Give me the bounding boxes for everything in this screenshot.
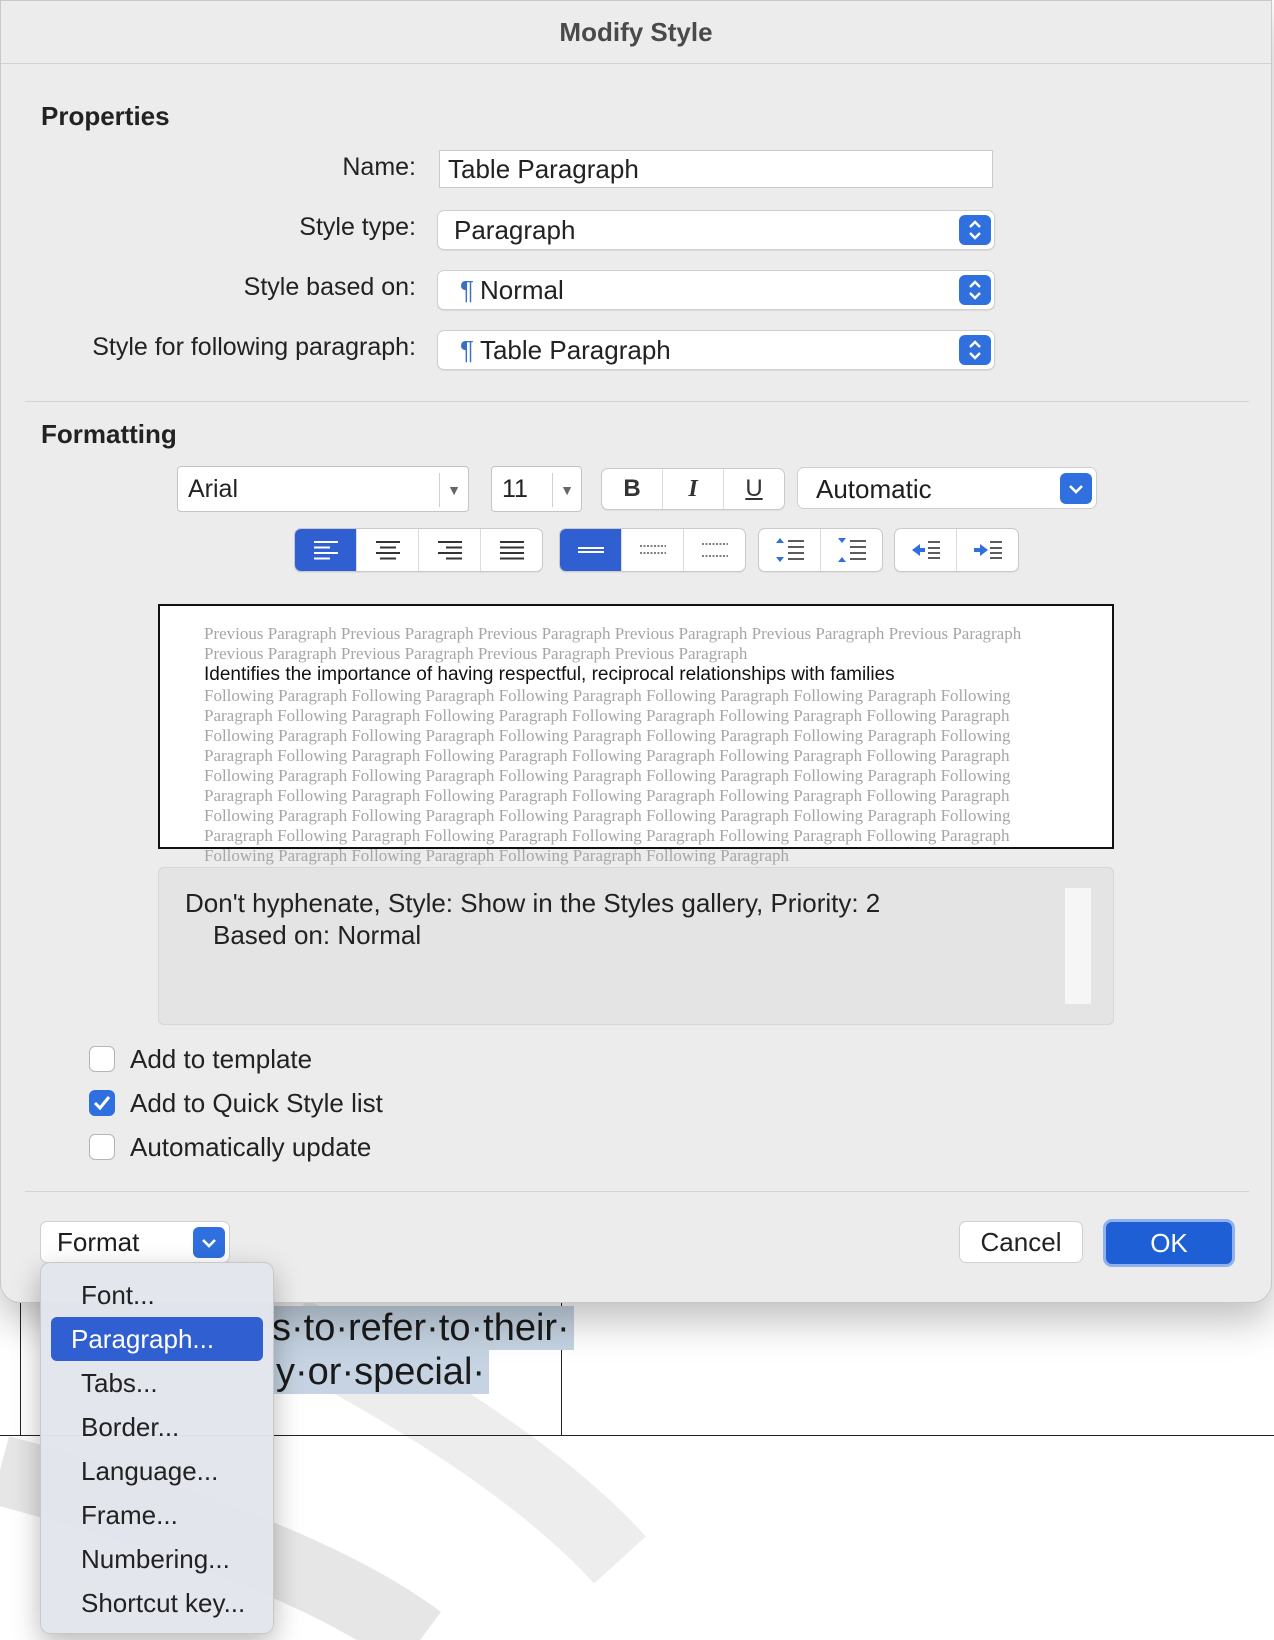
font-size-combo[interactable]: 11 ▼	[491, 466, 582, 512]
italic-button[interactable]: I	[663, 469, 724, 509]
single-spacing-icon	[577, 547, 604, 553]
properties-heading: Properties	[41, 101, 170, 131]
paragraph-mark-icon: ¶	[460, 275, 474, 305]
increase-indent-icon	[973, 541, 1002, 559]
chevron-down-icon	[193, 1227, 225, 1258]
add-to-template-option[interactable]: Add to template	[89, 1043, 312, 1075]
menu-item-border[interactable]: Border...	[51, 1405, 263, 1449]
dropdown-arrow-icon[interactable]: ▼	[552, 473, 581, 507]
dialog-title: Modify Style	[1, 1, 1271, 64]
add-to-template-label: Add to template	[130, 1043, 313, 1074]
add-to-template-checkbox[interactable]	[89, 1046, 115, 1072]
alignment-buttons	[294, 528, 543, 572]
font-color-popup[interactable]: Automatic	[797, 467, 1097, 509]
align-center-button[interactable]	[357, 529, 419, 571]
font-size-value: 11	[502, 475, 528, 503]
quick-style-label: Add to Quick Style list	[130, 1087, 383, 1118]
name-label: Name:	[342, 153, 416, 181]
preview-following-paragraph: Following Paragraph Following Paragraph …	[204, 686, 1011, 865]
auto-update-label: Automatically update	[130, 1131, 372, 1162]
format-button-label: Format	[57, 1227, 140, 1257]
menu-item-shortcut-key[interactable]: Shortcut key...	[51, 1581, 263, 1625]
menu-item-tabs[interactable]: Tabs...	[51, 1361, 263, 1405]
quick-style-option[interactable]: Add to Quick Style list	[89, 1087, 383, 1119]
one-half-spacing-button[interactable]	[622, 529, 684, 571]
align-left-icon	[313, 541, 338, 560]
single-spacing-button[interactable]	[560, 529, 622, 571]
decrease-indent-icon	[911, 541, 940, 559]
align-justify-icon	[499, 541, 524, 560]
font-value: Arial	[188, 475, 239, 503]
based-on-label: Style based on:	[243, 273, 416, 301]
format-menu-button[interactable]: Format	[40, 1221, 230, 1263]
font-color-value: Automatic	[816, 474, 932, 504]
following-paragraph-label: Style for following paragraph:	[92, 333, 416, 361]
cancel-button[interactable]: Cancel	[959, 1221, 1083, 1263]
preview-previous-paragraph: Previous Paragraph Previous Paragraph Pr…	[204, 624, 1022, 663]
paragraph-mark-icon: ¶	[460, 335, 474, 365]
document-text-line[interactable]: y·or·special·	[272, 1350, 490, 1394]
based-on-popup[interactable]: ¶ Normal	[437, 270, 995, 310]
formatting-heading: Formatting	[41, 419, 177, 449]
menu-item-frame[interactable]: Frame...	[51, 1493, 263, 1537]
double-spacing-icon	[701, 543, 728, 557]
style-type-label: Style type:	[299, 213, 416, 241]
paragraph-spacing-buttons	[758, 528, 883, 572]
menu-item-language[interactable]: Language...	[51, 1449, 263, 1493]
menu-item-paragraph[interactable]: Paragraph...	[51, 1317, 263, 1361]
auto-update-checkbox[interactable]	[89, 1134, 115, 1160]
menu-item-numbering[interactable]: Numbering...	[51, 1537, 263, 1581]
ok-button[interactable]: OK	[1103, 1219, 1235, 1267]
updown-stepper-icon	[959, 275, 991, 305]
separator	[25, 401, 1249, 402]
description-line: Based on: Normal	[213, 920, 422, 950]
preview-sample-text: Identifies the importance of having resp…	[204, 664, 895, 685]
description-scrollbar[interactable]	[1065, 888, 1091, 1004]
increase-spacing-button[interactable]	[821, 529, 882, 571]
align-center-icon	[375, 541, 400, 560]
name-field[interactable]: Table Paragraph	[439, 150, 993, 188]
separator	[25, 1191, 1249, 1192]
increase-indent-button[interactable]	[957, 529, 1018, 571]
updown-stepper-icon	[959, 215, 991, 245]
following-paragraph-value: Table Paragraph	[479, 335, 671, 365]
dropdown-arrow-icon[interactable]: ▼	[439, 473, 468, 507]
align-right-icon	[437, 541, 462, 560]
modify-style-dialog: Modify Style Properties Name: Table Para…	[0, 0, 1272, 1303]
align-justify-button[interactable]	[481, 529, 542, 571]
checkmark-icon	[93, 1096, 111, 1111]
align-left-button[interactable]	[295, 529, 357, 571]
spacing-after-icon	[837, 538, 866, 562]
chevron-down-icon	[1060, 473, 1092, 504]
following-paragraph-popup[interactable]: ¶ Table Paragraph	[437, 330, 995, 370]
description-line: Don't hyphenate, Style: Show in the Styl…	[185, 888, 881, 918]
format-menu: Font... Paragraph... Tabs... Border... L…	[40, 1262, 274, 1634]
style-description: Don't hyphenate, Style: Show in the Styl…	[158, 867, 1114, 1025]
style-preview: Previous Paragraph Previous Paragraph Pr…	[158, 604, 1114, 865]
decrease-spacing-button[interactable]	[759, 529, 821, 571]
style-type-popup[interactable]: Paragraph	[437, 210, 995, 250]
based-on-value: Normal	[479, 275, 564, 305]
font-style-buttons: B I U	[601, 468, 785, 510]
double-spacing-button[interactable]	[684, 529, 745, 571]
underline-button[interactable]: U	[724, 469, 784, 509]
indent-buttons	[894, 528, 1019, 572]
align-right-button[interactable]	[419, 529, 481, 571]
updown-stepper-icon	[959, 335, 991, 365]
quick-style-checkbox[interactable]	[89, 1090, 115, 1116]
spacing-before-icon	[775, 538, 804, 562]
font-combo[interactable]: Arial ▼	[177, 466, 469, 512]
line-spacing-buttons	[559, 528, 746, 572]
auto-update-option[interactable]: Automatically update	[89, 1131, 371, 1163]
document-text-line[interactable]: s·to·refer·to·their·	[268, 1306, 574, 1350]
one-half-spacing-icon	[639, 545, 666, 554]
menu-item-font[interactable]: Font...	[51, 1273, 263, 1317]
bold-button[interactable]: B	[602, 469, 663, 509]
decrease-indent-button[interactable]	[895, 529, 957, 571]
style-type-value: Paragraph	[454, 215, 576, 245]
